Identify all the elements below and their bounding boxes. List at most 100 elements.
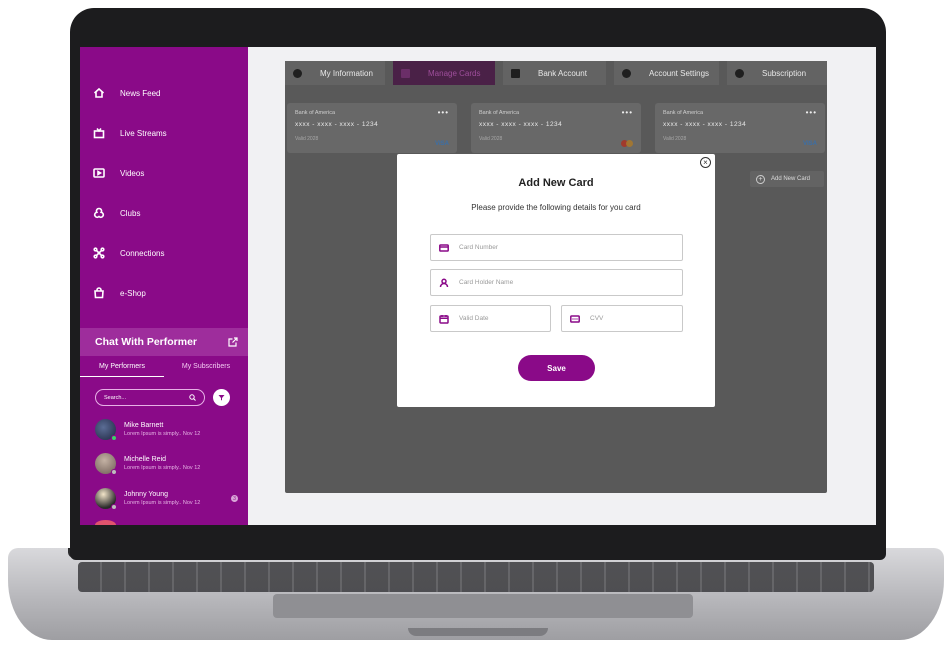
card-number-placeholder: Card Number [459,244,499,251]
card-menu-icon[interactable]: ••• [622,108,633,117]
sidebar-item-clubs[interactable]: Clubs [92,206,140,220]
chat-header: Chat With Performer [80,328,248,356]
avatar [95,419,117,441]
open-external-icon[interactable] [228,337,238,347]
sidebar: News Feed Live Streams Videos Clubs Conn… [80,47,248,525]
cvv-card-icon [570,314,580,323]
tab-label: Manage Cards [428,68,481,78]
settings-tabs: My Information Manage Cards Bank Account… [285,61,827,85]
avatar [95,520,116,525]
calendar-icon [439,314,449,324]
tab-account-settings[interactable]: Account Settings [614,61,719,85]
card-number: xxxx - xxxx - xxxx - 1234 [663,121,747,128]
tab-label: Bank Account [538,68,587,78]
clubs-icon [92,206,106,220]
chat-search-input[interactable]: Search... [95,389,205,406]
filter-button[interactable] [213,389,230,406]
tab-subscription[interactable]: Subscription [727,61,827,85]
contact-message: Lorem Ipsum is simply.. Nov 12 [124,431,201,437]
card-expiry: Valid 2028 [479,136,503,142]
unread-badge: 3 [231,495,238,502]
avatar [95,488,117,510]
sidebar-item-eshop[interactable]: e-Shop [92,286,146,300]
online-status-dot [111,435,117,441]
valid-date-field[interactable]: Valid Date [430,305,551,332]
card-menu-icon[interactable]: ••• [438,108,449,117]
user-circle-icon [293,68,302,78]
close-icon[interactable]: × [700,157,711,168]
tab-label: Account Settings [649,68,710,78]
sidebar-item-live-streams[interactable]: Live Streams [92,126,167,140]
card-bank: Bank of America [479,110,520,116]
credit-card-icon [439,243,449,252]
tab-bank-account[interactable]: Bank Account [503,61,606,85]
play-circle-icon [735,68,744,78]
cvv-field[interactable]: CVV [561,305,683,332]
tab-manage-cards[interactable]: Manage Cards [393,61,495,85]
sidebar-item-connections[interactable]: Connections [92,246,164,260]
modal-title: Add New Card [518,177,594,189]
saved-card[interactable]: Bank of America xxxx - xxxx - xxxx - 123… [655,103,825,153]
laptop-keyboard [78,562,874,592]
contact-name: Johnny Young [124,491,168,498]
tab-my-performers[interactable]: My Performers [80,356,164,377]
gear-icon [622,68,631,78]
live-stream-icon [92,126,106,140]
search-icon [189,394,196,401]
save-button[interactable]: Save [518,355,595,381]
app-screen: News Feed Live Streams Videos Clubs Conn… [80,47,876,525]
cvv-placeholder: CVV [590,315,604,322]
card-holder-name-field[interactable]: Card Holder Name [430,269,683,296]
sidebar-item-label: Videos [120,168,145,178]
tab-label: My Information [320,68,373,78]
sidebar-item-label: News Feed [120,88,161,98]
visa-logo: VISA [802,141,817,147]
search-placeholder: Search... [104,394,127,401]
card-number: xxxx - xxxx - xxxx - 1234 [479,121,563,128]
contact-message: Lorem Ipsum is simply.. Nov 12 [124,500,201,506]
visa-logo: VISA [434,141,449,147]
add-new-card-button[interactable]: + Add New Card [750,171,824,187]
mastercard-logo [621,140,633,147]
laptop-trackpad [273,594,693,618]
card-number: xxxx - xxxx - xxxx - 1234 [295,121,379,128]
sidebar-item-videos[interactable]: Videos [92,166,144,180]
video-icon [92,166,106,180]
sidebar-item-news-feed[interactable]: News Feed [92,86,160,100]
bank-icon [511,68,520,78]
chat-title: Chat With Performer [95,336,198,348]
card-expiry: Valid 2028 [663,136,687,142]
chat-tabs: My Performers My Subscribers [80,356,248,377]
sidebar-item-label: Live Streams [120,128,167,138]
laptop-base [8,548,944,640]
contact-item[interactable]: Michelle Reid Lorem Ipsum is simply.. No… [95,453,201,475]
filter-icon [218,395,225,401]
contact-item[interactable]: Johnny Young Lorem Ipsum is simply.. Nov… [95,488,201,510]
contact-name: Mike Barnett [124,422,164,429]
card-expiry: Valid 2028 [295,136,319,142]
saved-card[interactable]: Bank of America xxxx - xxxx - xxxx - 123… [471,103,641,153]
shop-icon [92,286,106,300]
connections-icon [92,246,106,260]
contact-name: Michelle Reid [124,456,167,463]
card-menu-icon[interactable]: ••• [806,108,817,117]
contact-message: Lorem Ipsum is simply.. Nov 12 [124,465,201,471]
saved-card[interactable]: Bank of America xxxx - xxxx - xxxx - 123… [287,103,457,153]
tab-label: Subscription [762,68,807,78]
user-icon [439,278,449,287]
card-number-field[interactable]: Card Number [430,234,683,261]
sidebar-item-label: e-Shop [120,288,146,298]
avatar [95,453,117,475]
tab-my-subscribers[interactable]: My Subscribers [164,356,248,377]
card-bank: Bank of America [663,110,704,116]
offline-status-dot [111,469,117,475]
modal-subtitle: Please provide the following details for… [471,203,641,212]
sidebar-item-label: Clubs [120,208,141,218]
home-icon [92,86,106,100]
offline-status-dot [111,504,117,510]
tab-my-information[interactable]: My Information [285,61,385,85]
contact-item[interactable]: Mike Barnett Lorem Ipsum is simply.. Nov… [95,419,201,441]
cards-icon [401,68,410,78]
card-bank: Bank of America [295,110,336,116]
add-card-modal: × Add New Card Please provide the follow… [397,154,715,407]
